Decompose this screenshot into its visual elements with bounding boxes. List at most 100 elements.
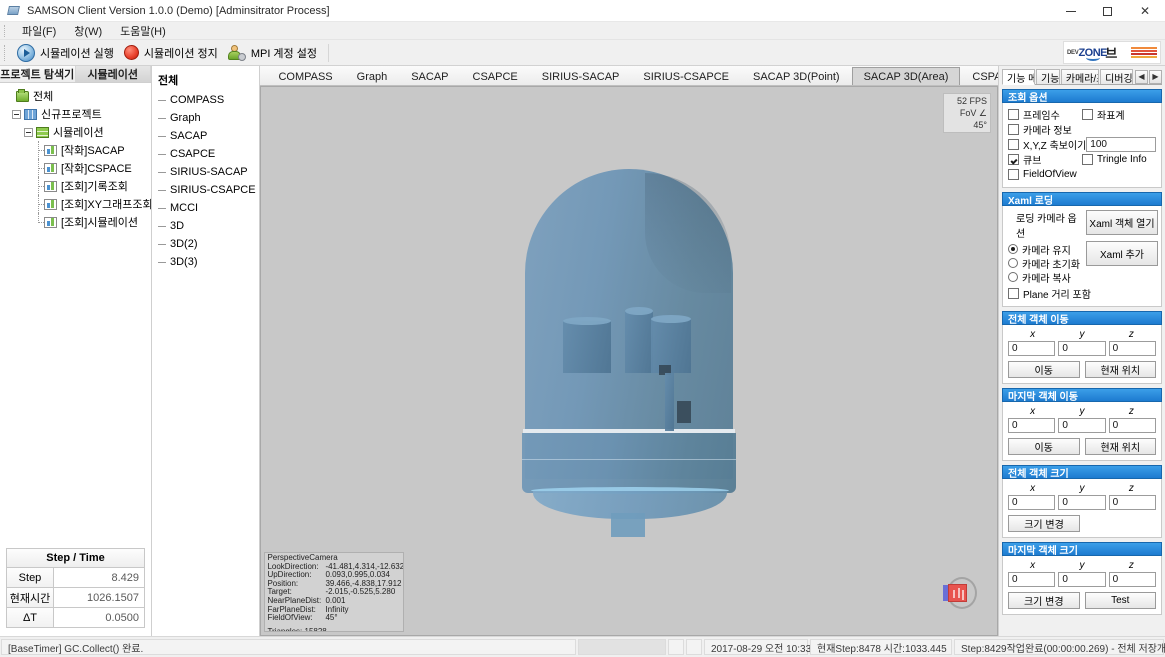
- doc-tab-cspace-3d[interactable]: CSPACE 3D: [960, 67, 998, 85]
- list-item-label: SIRIUS-SACAP: [170, 166, 248, 178]
- doc-tab-sirius-csapce[interactable]: SIRIUS-CSAPCE: [631, 67, 741, 85]
- checkbox-include-plane-distance[interactable]: Plane 거리 포함: [1008, 286, 1156, 301]
- list-item[interactable]: MCCI: [152, 199, 259, 217]
- list-item[interactable]: Graph: [152, 109, 259, 127]
- move-all-x-input[interactable]: 0: [1008, 341, 1055, 356]
- doc-tab-csapce[interactable]: CSAPCE: [461, 67, 530, 85]
- menu-item-help[interactable]: 도움말(H): [111, 22, 175, 40]
- doc-tab-sacap-3d-point[interactable]: SACAP 3D(Point): [741, 67, 852, 85]
- move-all-y-input[interactable]: 0: [1058, 341, 1105, 356]
- doc-tab-sirius-sacap[interactable]: SIRIUS-SACAP: [530, 67, 632, 85]
- axis-length-input[interactable]: 100: [1086, 137, 1156, 152]
- list-item[interactable]: CSAPCE: [152, 145, 259, 163]
- checkbox-box[interactable]: [1008, 109, 1019, 120]
- scroll-left-icon[interactable]: ◀: [1135, 70, 1148, 84]
- checkbox-box[interactable]: [1008, 288, 1019, 299]
- list-item[interactable]: COMPASS: [152, 91, 259, 109]
- move-all-z-input[interactable]: 0: [1109, 341, 1156, 356]
- maximize-button[interactable]: [1089, 0, 1125, 22]
- close-button[interactable]: ✕: [1125, 0, 1165, 22]
- checkbox-box[interactable]: [1008, 169, 1019, 180]
- doc-tab-sacap-3d-area[interactable]: SACAP 3D(Area): [852, 67, 961, 85]
- tab-project-explorer[interactable]: 프로젝트 탐색기: [0, 66, 76, 82]
- radio-button[interactable]: [1008, 244, 1018, 254]
- tree-node-new-project[interactable]: 신규프로젝트: [4, 105, 151, 123]
- radio-keep-camera[interactable]: 카메라 유지: [1008, 242, 1080, 256]
- group-header: 전체 객체 크기: [1002, 465, 1162, 479]
- stop-simulation-button[interactable]: 시뮬레이션 정지: [121, 44, 225, 62]
- checkbox-box[interactable]: [1008, 124, 1019, 135]
- list-item[interactable]: SIRIUS-CSAPCE: [152, 181, 259, 199]
- move-last-x-input[interactable]: 0: [1008, 418, 1055, 433]
- tree-node-all[interactable]: 전체: [4, 87, 151, 105]
- checkbox-box[interactable]: [1008, 139, 1019, 150]
- tab-debugging[interactable]: 디버깅 조: [1100, 69, 1133, 84]
- tab-simulation[interactable]: 시뮬레이션: [76, 66, 152, 82]
- checkbox-box[interactable]: [1082, 154, 1093, 165]
- application-window: SAMSON Client Version 1.0.0 (Demo) [Admi…: [0, 0, 1165, 657]
- open-xaml-object-button[interactable]: Xaml 객체 열기: [1086, 210, 1158, 235]
- checkbox-fieldofview[interactable]: FieldOfView: [1008, 167, 1156, 182]
- tab-camera-light[interactable]: 카메라/조명: [1061, 69, 1099, 84]
- tree-expander-minus-icon[interactable]: [24, 128, 33, 137]
- radio-reset-camera[interactable]: 카메라 초기화: [1008, 256, 1080, 270]
- move-all-button[interactable]: 이동: [1008, 361, 1080, 378]
- scale-all-x-input[interactable]: 0: [1008, 495, 1055, 510]
- radio-button[interactable]: [1008, 272, 1018, 282]
- doc-tab-graph[interactable]: Graph: [345, 67, 400, 85]
- move-last-y-input[interactable]: 0: [1058, 418, 1105, 433]
- checkbox-triangle-info[interactable]: Tringle Info: [1082, 152, 1156, 167]
- scroll-right-icon[interactable]: ▶: [1149, 70, 1162, 84]
- checkbox-coordinate-system[interactable]: 좌표계: [1082, 107, 1156, 122]
- list-item[interactable]: 3D: [152, 217, 259, 235]
- main-body: 프로젝트 탐색기 시뮬레이션 전체 신규프로젝트 시뮬레이션: [0, 66, 1165, 636]
- camera-info-value: 45°: [325, 614, 401, 623]
- 3d-viewport[interactable]: 52 FPS FoV ∠ 45°: [260, 86, 998, 636]
- tree-node-simulation[interactable]: 시뮬레이션: [4, 123, 151, 141]
- tree-node-cspace-draw[interactable]: [작화]CSPACE: [4, 159, 151, 177]
- scale-all-y-input[interactable]: 0: [1058, 495, 1105, 510]
- scale-last-x-input[interactable]: 0: [1008, 572, 1055, 587]
- test-button[interactable]: Test: [1085, 592, 1157, 609]
- tab-function-2[interactable]: 기능2: [1036, 69, 1060, 84]
- tree-node-sacap-draw[interactable]: [작화]SACAP: [4, 141, 151, 159]
- mpi-account-settings-button[interactable]: MPI 계정 설정: [225, 44, 324, 62]
- scale-last-y-input[interactable]: 0: [1058, 572, 1105, 587]
- move-last-z-input[interactable]: 0: [1109, 418, 1156, 433]
- doc-tab-sacap[interactable]: SACAP: [399, 67, 460, 85]
- run-simulation-button[interactable]: 시뮬레이션 실행: [14, 43, 121, 63]
- radio-copy-camera[interactable]: 카메라 복사: [1008, 270, 1080, 284]
- radio-button[interactable]: [1008, 258, 1018, 268]
- menu-item-window[interactable]: 창(W): [65, 22, 111, 40]
- checkbox-show-xyz-axis[interactable]: X,Y,Z 축보이기: [1008, 137, 1086, 152]
- current-position-last-button[interactable]: 현재 위치: [1085, 438, 1157, 455]
- menu-item-file[interactable]: 파일(F): [13, 22, 65, 40]
- checkbox-box[interactable]: [1008, 154, 1019, 165]
- stop-icon: [124, 45, 139, 60]
- camera-info-key: FieldOfView:: [267, 614, 325, 623]
- scale-last-z-input[interactable]: 0: [1109, 572, 1156, 587]
- list-item[interactable]: 3D(2): [152, 235, 259, 253]
- tree-node-record-query[interactable]: [조회]기록조회: [4, 177, 151, 195]
- scale-all-z-input[interactable]: 0: [1109, 495, 1156, 510]
- add-xaml-button[interactable]: Xaml 추가: [1086, 241, 1158, 266]
- move-last-button[interactable]: 이동: [1008, 438, 1080, 455]
- minimize-button[interactable]: [1053, 0, 1089, 22]
- checkbox-camera-info[interactable]: 카메라 정보: [1008, 122, 1156, 137]
- checkbox-label: X,Y,Z 축보이기: [1023, 137, 1086, 152]
- list-item[interactable]: 3D(3): [152, 253, 259, 271]
- scale-last-button[interactable]: 크기 변경: [1008, 592, 1080, 609]
- checkbox-framerate[interactable]: 프레임수: [1008, 107, 1082, 122]
- list-item[interactable]: SACAP: [152, 127, 259, 145]
- checkbox-cube[interactable]: 큐브: [1008, 152, 1082, 167]
- list-item[interactable]: SIRIUS-SACAP: [152, 163, 259, 181]
- doc-tab-compass[interactable]: COMPASS: [266, 67, 344, 85]
- checkbox-box[interactable]: [1082, 109, 1093, 120]
- tab-function-menu[interactable]: 기능 메뉴: [1002, 69, 1035, 85]
- tree-expander-minus-icon[interactable]: [12, 110, 21, 119]
- tree-node-xy-graph-query[interactable]: [조회]XY그래프조회: [4, 195, 151, 213]
- scale-all-button[interactable]: 크기 변경: [1008, 515, 1080, 532]
- current-position-all-button[interactable]: 현재 위치: [1085, 361, 1157, 378]
- orientation-marker-icon[interactable]: [943, 577, 977, 611]
- tree-node-simulation-query[interactable]: [조회]시뮬레이션: [4, 213, 151, 231]
